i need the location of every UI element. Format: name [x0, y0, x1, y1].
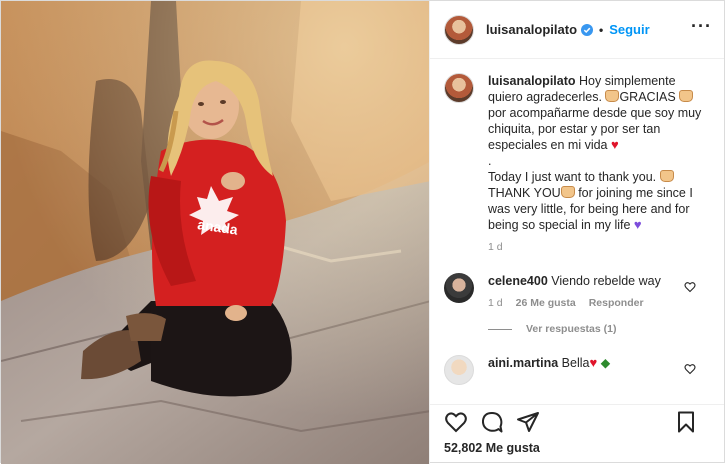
caption-text: luisanalopilato Hoy simplemente quiero a… [488, 73, 710, 233]
likes-count[interactable]: 52,802 Me gusta [444, 441, 710, 455]
post-caption: luisanalopilato Hoy simplemente quiero a… [444, 73, 710, 253]
comment-text: aini.martina Bella♥ ◆ [488, 355, 698, 371]
header-separator: • [599, 22, 604, 37]
reply-button[interactable]: Responder [589, 297, 644, 309]
bookmark-icon[interactable] [674, 410, 698, 434]
post-photo[interactable]: anada [1, 1, 429, 464]
comments-list: luisanalopilato Hoy simplemente quiero a… [430, 59, 724, 404]
caption-gracias: GRACIAS [619, 90, 676, 104]
verified-badge-icon [581, 23, 594, 36]
raising-hands-emoji-icon [659, 170, 674, 182]
comment-icon[interactable] [480, 410, 504, 434]
caption-username[interactable]: luisanalopilato [488, 74, 576, 88]
caption-time[interactable]: 1 d [488, 241, 710, 253]
comment-heart-icon[interactable] [684, 363, 696, 375]
share-icon[interactable] [516, 410, 540, 434]
comment-body: celene400 Viendo rebelde way 1 d 26 Me g… [488, 273, 698, 309]
instagram-post: anada luisanalopilato • Seguir ··· luisa… [0, 0, 725, 464]
comment-text: celene400 Viendo rebelde way [488, 273, 698, 289]
comment-heart-icon[interactable] [684, 281, 696, 293]
post-header: luisanalopilato • Seguir ··· [430, 1, 724, 59]
heart-icon[interactable] [444, 410, 468, 434]
header-username[interactable]: luisanalopilato [486, 22, 577, 37]
post-actions: 52,802 Me gusta [430, 404, 724, 464]
replies-divider-line [488, 328, 512, 330]
comment-content: Viendo rebelde way [551, 274, 661, 288]
comment-time[interactable]: 1 d [488, 297, 503, 309]
comment-body: aini.martina Bella♥ ◆ [488, 355, 698, 385]
follow-button[interactable]: Seguir [609, 22, 649, 37]
comment-item: celene400 Viendo rebelde way 1 d 26 Me g… [444, 273, 710, 309]
photo-illustration: anada [1, 1, 429, 464]
caption-body: luisanalopilato Hoy simplemente quiero a… [488, 73, 710, 253]
view-replies-button[interactable]: Ver respuestas (1) [488, 323, 710, 335]
caption-thank-you: THANK YOU [488, 186, 561, 200]
comment-content: Bella [561, 356, 590, 370]
post-sidebar: luisanalopilato • Seguir ··· luisanalopi… [429, 1, 724, 464]
comment-username[interactable]: celene400 [488, 274, 548, 288]
comment-likes[interactable]: 26 Me gusta [516, 297, 576, 309]
caption-avatar[interactable] [444, 73, 474, 103]
comment-avatar[interactable] [444, 273, 474, 303]
raising-hands-emoji-icon [605, 90, 620, 102]
view-replies-label: Ver respuestas (1) [526, 323, 617, 335]
caption-line-2: por acompañarme desde que soy muy chiqui… [488, 106, 705, 152]
caption-dot: . [488, 154, 492, 168]
more-horizontal-icon[interactable]: ··· [691, 17, 712, 35]
action-bar [444, 405, 710, 439]
raising-hands-emoji-icon [679, 90, 694, 102]
purple-heart-emoji-icon: ♥ [633, 217, 642, 232]
red-heart-emoji-icon: ♥ [611, 137, 619, 152]
raising-hands-emoji-icon [560, 186, 575, 198]
comment-item: aini.martina Bella♥ ◆ [444, 355, 710, 385]
comment-avatar[interactable] [444, 355, 474, 385]
header-avatar[interactable] [444, 14, 474, 45]
caption-line-3: Today I just want to thank you. [488, 170, 657, 184]
comment-username[interactable]: aini.martina [488, 356, 558, 370]
comment-meta: 1 d 26 Me gusta Responder [488, 297, 698, 309]
leaf-emoji-icon: ◆ [600, 356, 611, 370]
red-heart-emoji-icon: ♥ [589, 355, 598, 370]
